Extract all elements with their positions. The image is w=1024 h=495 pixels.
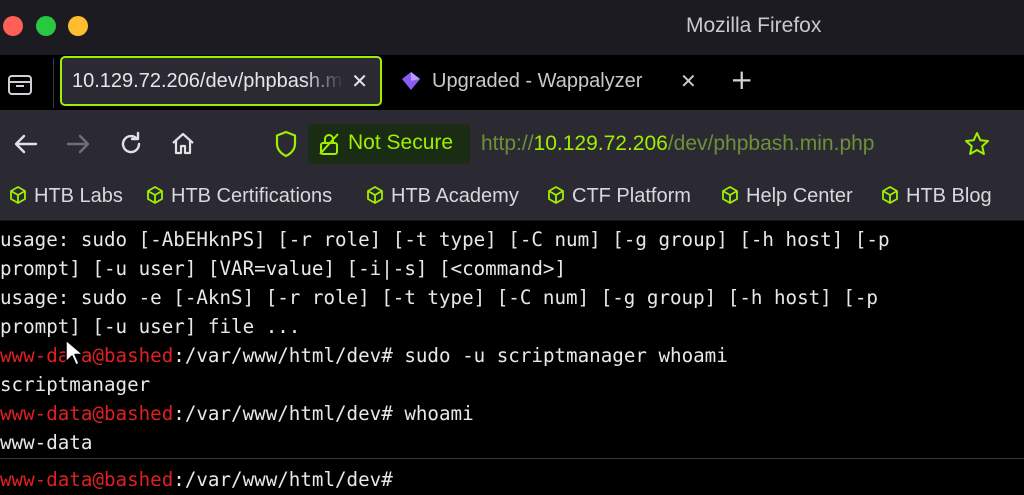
close-tab-icon[interactable]: ✕ <box>680 69 697 93</box>
title-bar: Mozilla Firefox <box>0 0 1024 55</box>
cube-icon <box>147 186 163 204</box>
prompt-user: www-data@bashed <box>0 402 174 425</box>
security-label: Not Secure <box>348 131 454 154</box>
home-icon[interactable] <box>169 130 197 158</box>
bookmark-label: CTF Platform <box>572 185 691 207</box>
cube-icon <box>722 186 738 204</box>
minimize-window-button[interactable] <box>36 16 56 36</box>
tab-phpbash[interactable]: 10.129.72.206/dev/phpbash.min.php ✕ <box>60 56 382 106</box>
terminal-command-line: www-data@bashed:/var/www/html/dev# whoam… <box>0 399 474 428</box>
bookmark-label: HTB Blog <box>906 185 992 207</box>
prompt-path: :/var/www/html/dev# <box>173 468 393 491</box>
cube-icon <box>882 186 898 204</box>
cube-icon <box>10 186 26 204</box>
bookmark-ctf-platform[interactable]: CTF Platform <box>546 185 691 208</box>
shield-icon[interactable] <box>274 130 298 158</box>
back-arrow-icon[interactable] <box>12 130 40 158</box>
bookmark-htb-blog[interactable]: HTB Blog <box>880 185 992 208</box>
bookmark-star-icon[interactable] <box>963 130 991 158</box>
terminal-output-line: prompt] [-u user] file ... <box>0 315 301 338</box>
insecure-lock-icon <box>319 133 339 155</box>
site-security-indicator[interactable]: Not Secure <box>308 124 470 164</box>
bookmark-label: Help Center <box>746 185 853 207</box>
navigation-bar: Not Secure http://10.129.72.206/dev/phpb… <box>0 110 1024 177</box>
terminal-output-line: scriptmanager <box>0 373 151 396</box>
tab-separator <box>53 58 54 108</box>
tab-wappalyzer[interactable]: Upgraded - Wappalyzer ✕ <box>400 56 710 106</box>
bookmark-htb-academy[interactable]: HTB Academy <box>365 185 519 208</box>
bookmark-help-center[interactable]: Help Center <box>720 185 853 208</box>
maximize-window-button[interactable] <box>68 16 88 36</box>
terminal-input-prompt[interactable]: www-data@bashed:/var/www/html/dev# <box>0 465 393 494</box>
close-tab-icon[interactable]: ✕ <box>351 69 368 93</box>
close-window-button[interactable] <box>3 16 23 36</box>
cube-icon <box>367 186 383 204</box>
bookmark-label: HTB Labs <box>34 185 123 207</box>
prompt-path: :/var/www/html/dev# <box>173 344 405 367</box>
prompt-user: www-data@bashed <box>0 344 174 367</box>
terminal-output-line: usage: sudo -e [-AknS] [-r role] [-t typ… <box>0 286 878 309</box>
terminal-command-line: www-data@bashed:/var/www/html/dev# sudo … <box>0 341 728 370</box>
url-path: /dev/phpbash.min.php <box>667 132 875 155</box>
firefox-view-icon[interactable] <box>5 69 35 99</box>
tab-label: Upgraded - Wappalyzer <box>432 70 643 92</box>
url-host: 10.129.72.206 <box>533 132 668 155</box>
web-shell-terminal[interactable]: usage: sudo [-AbEHknPS] [-r role] [-t ty… <box>0 221 1024 495</box>
forward-arrow-icon[interactable] <box>64 130 92 158</box>
terminal-output-line: prompt] [-u user] [VAR=value] [-i|-s] [<… <box>0 257 567 280</box>
bookmark-htb-certifications[interactable]: HTB Certifications <box>145 185 332 208</box>
bookmark-label: HTB Academy <box>391 185 519 207</box>
mouse-pointer-icon <box>65 339 84 366</box>
tab-label: 10.129.72.206/dev/phpbash.min.php <box>72 70 344 92</box>
terminal-output-line: usage: sudo [-AbEHknPS] [-r role] [-t ty… <box>0 228 890 251</box>
bookmark-htb-labs[interactable]: HTB Labs <box>8 185 123 208</box>
command-text: whoami <box>404 402 474 425</box>
cube-icon <box>548 186 564 204</box>
prompt-user: www-data@bashed <box>0 468 174 491</box>
new-tab-button[interactable]: + <box>730 66 753 94</box>
window-title: Mozilla Firefox <box>686 14 822 37</box>
prompt-path: :/var/www/html/dev# <box>173 402 405 425</box>
url-scheme: http:// <box>481 132 534 155</box>
wappalyzer-icon <box>402 72 420 90</box>
reload-icon[interactable] <box>117 130 145 158</box>
url-bar[interactable]: http://10.129.72.206/dev/phpbash.min.php <box>481 132 874 156</box>
bookmark-label: HTB Certifications <box>171 185 333 207</box>
bookmarks-toolbar: HTB Labs HTB Certifications HTB Academy … <box>0 177 1024 221</box>
input-divider <box>0 458 1024 459</box>
command-text: sudo -u scriptmanager whoami <box>404 344 728 367</box>
terminal-output-line: www-data <box>0 431 93 454</box>
